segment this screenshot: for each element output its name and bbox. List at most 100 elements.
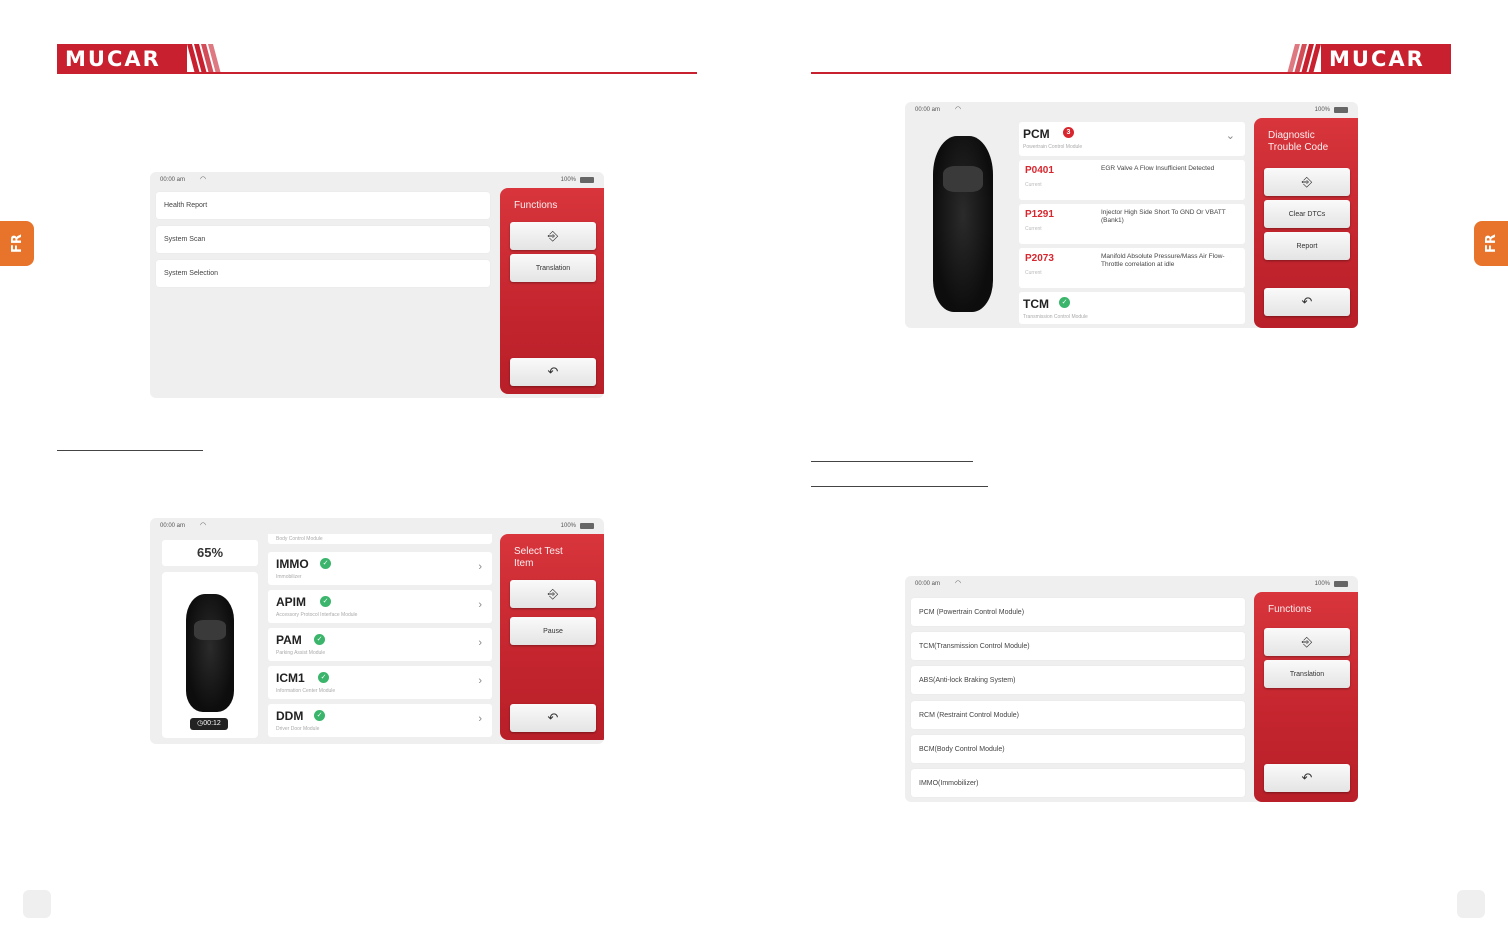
module-desc: Parking Assist Module (276, 650, 326, 656)
chevron-down-icon: ⌄ (1225, 130, 1235, 142)
module-row-pam[interactable]: PAM ✓ Parking Assist Module › (268, 628, 492, 661)
dtc-code: P1291 (1025, 209, 1054, 220)
module-row-immo[interactable]: IMMO ✓ Immobilizer › (268, 552, 492, 585)
language-tab-right: FR (1474, 221, 1508, 266)
dtc-row[interactable]: P2073 Current Manifold Absolute Pressure… (1019, 248, 1245, 288)
back-icon: ↶ (1301, 294, 1313, 309)
wifi-icon: ◠ (955, 580, 962, 587)
status-ok-icon: ✓ (314, 634, 325, 645)
status-battery: 100% (1314, 581, 1330, 587)
status-bar: 00:00 am ◠ 100% (905, 576, 1358, 592)
screenshot-dtc: 00:00 am ◠ 100% PCM 3 Powertrain Control… (905, 102, 1358, 328)
logo-stripes-icon (1287, 44, 1321, 74)
clear-dtcs-button[interactable]: Clear DTCs (1264, 200, 1350, 228)
back-icon: ↶ (547, 364, 559, 379)
progress-text: 65% (196, 545, 224, 560)
dtc-row[interactable]: P0401 Current EGR Valve A Flow Insuffici… (1019, 160, 1245, 200)
dtc-status: Current (1025, 226, 1042, 232)
car-body (933, 136, 993, 312)
chevron-right-icon: › (478, 713, 482, 725)
vehicle-image: ◷00:12 (162, 572, 258, 738)
section-underline (57, 450, 203, 451)
translation-button[interactable]: Translation (1264, 660, 1350, 688)
partial-row: Body Control Module (268, 534, 492, 544)
wifi-icon: ◠ (955, 106, 962, 113)
exit-button[interactable]: ⎆ (510, 222, 596, 250)
module-row-apim[interactable]: APIM ✓ Accessory Protocol Interface Modu… (268, 590, 492, 623)
back-icon: ↶ (1301, 770, 1313, 785)
status-ok-icon: ✓ (1059, 297, 1070, 308)
screenshot-functions-menu: 00:00 am ◠ 100% Health Report System Sca… (150, 172, 604, 398)
section-underline (811, 461, 973, 462)
battery-icon (1334, 581, 1348, 587)
menu-item-tcm[interactable]: TCM(Transmission Control Module) (911, 632, 1245, 660)
dtc-code: P2073 (1025, 253, 1054, 264)
menu-item-bcm[interactable]: BCM(Body Control Module) (911, 735, 1245, 763)
status-bar: 00:00 am ◠ 100% (905, 102, 1358, 118)
battery-icon (1334, 107, 1348, 113)
mucar-logo-right: MUCAR (1287, 44, 1451, 74)
chevron-right-icon: › (478, 599, 482, 611)
car-windshield (943, 166, 983, 192)
back-button[interactable]: ↶ (510, 704, 596, 732)
status-battery: 100% (560, 523, 576, 529)
exit-icon: ⎆ (1301, 174, 1313, 189)
panel-title: Select Test Item (514, 546, 563, 569)
logo-text: MUCAR (1321, 44, 1451, 74)
module-row-ddm[interactable]: DDM ✓ Driver Door Module › (268, 704, 492, 737)
module-header-tcm[interactable]: TCM ✓ Transmission Control Module (1019, 292, 1245, 324)
menu-item-system-scan[interactable]: System Scan (156, 226, 490, 253)
status-time: 00:00 am (160, 177, 186, 183)
module-name: ICM1 (276, 671, 305, 685)
menu-item-immo[interactable]: IMMO(Immobilizer) (911, 769, 1245, 797)
translation-button[interactable]: Translation (510, 254, 596, 282)
module-name: DDM (276, 709, 304, 723)
vehicle-image (913, 122, 1013, 322)
module-header-pcm[interactable]: PCM 3 Powertrain Control Module ⌄ (1019, 122, 1245, 156)
module-desc: Transmission Control Module (1023, 314, 1088, 320)
back-button[interactable]: ↶ (1264, 288, 1350, 316)
chevron-right-icon: › (478, 637, 482, 649)
module-desc: Powertrain Control Module (1023, 144, 1083, 150)
timer-badge: ◷00:12 (190, 718, 228, 730)
module-desc: Immobilizer (276, 574, 302, 580)
car-windshield (194, 620, 226, 640)
screenshot-system-scan: 00:00 am ◠ 100% 65% ◷00:12 Body Control … (150, 518, 604, 744)
status-ok-icon: ✓ (314, 710, 325, 721)
report-button[interactable]: Report (1264, 232, 1350, 260)
dtc-count-badge: 3 (1063, 127, 1074, 138)
status-bar: 00:00 am ◠ 100% (150, 518, 604, 534)
module-row-icm1[interactable]: ICM1 ✓ Information Center Module › (268, 666, 492, 699)
menu-item-pcm[interactable]: PCM (Powertrain Control Module) (911, 598, 1245, 626)
status-time: 00:00 am (915, 581, 941, 587)
status-ok-icon: ✓ (320, 558, 331, 569)
pause-button[interactable]: Pause (510, 617, 596, 645)
status-ok-icon: ✓ (320, 596, 331, 607)
module-desc: Driver Door Module (276, 726, 320, 732)
logo-stripes-icon (187, 44, 221, 74)
module-name: PAM (276, 633, 302, 647)
panel-title: Diagnostic Trouble Code (1268, 130, 1329, 153)
dtc-status: Current (1025, 182, 1042, 188)
back-button[interactable]: ↶ (510, 358, 596, 386)
exit-button[interactable]: ⎆ (1264, 628, 1350, 656)
page-number-right (1457, 890, 1485, 918)
back-button[interactable]: ↶ (1264, 764, 1350, 792)
functions-panel: Functions ⎆ Translation ↶ (500, 188, 604, 394)
menu-item-health-report[interactable]: Health Report (156, 192, 490, 219)
menu-item-rcm[interactable]: RCM (Restraint Control Module) (911, 701, 1245, 729)
dtc-row[interactable]: P1291 Current Injector High Side Short T… (1019, 204, 1245, 244)
menu-item-system-selection[interactable]: System Selection (156, 260, 490, 287)
panel-title: Functions (1268, 604, 1312, 615)
exit-button[interactable]: ⎆ (1264, 168, 1350, 196)
language-tab-label: FR (1483, 234, 1499, 253)
module-name: PCM (1023, 127, 1050, 141)
module-name: TCM (1023, 297, 1049, 311)
wifi-icon: ◠ (200, 522, 207, 529)
exit-button[interactable]: ⎆ (510, 580, 596, 608)
language-tab-left: FR (0, 221, 34, 266)
status-ok-icon: ✓ (318, 672, 329, 683)
logo-text: MUCAR (57, 44, 187, 74)
menu-item-abs[interactable]: ABS(Anti-lock Braking System) (911, 666, 1245, 694)
wifi-icon: ◠ (200, 176, 207, 183)
